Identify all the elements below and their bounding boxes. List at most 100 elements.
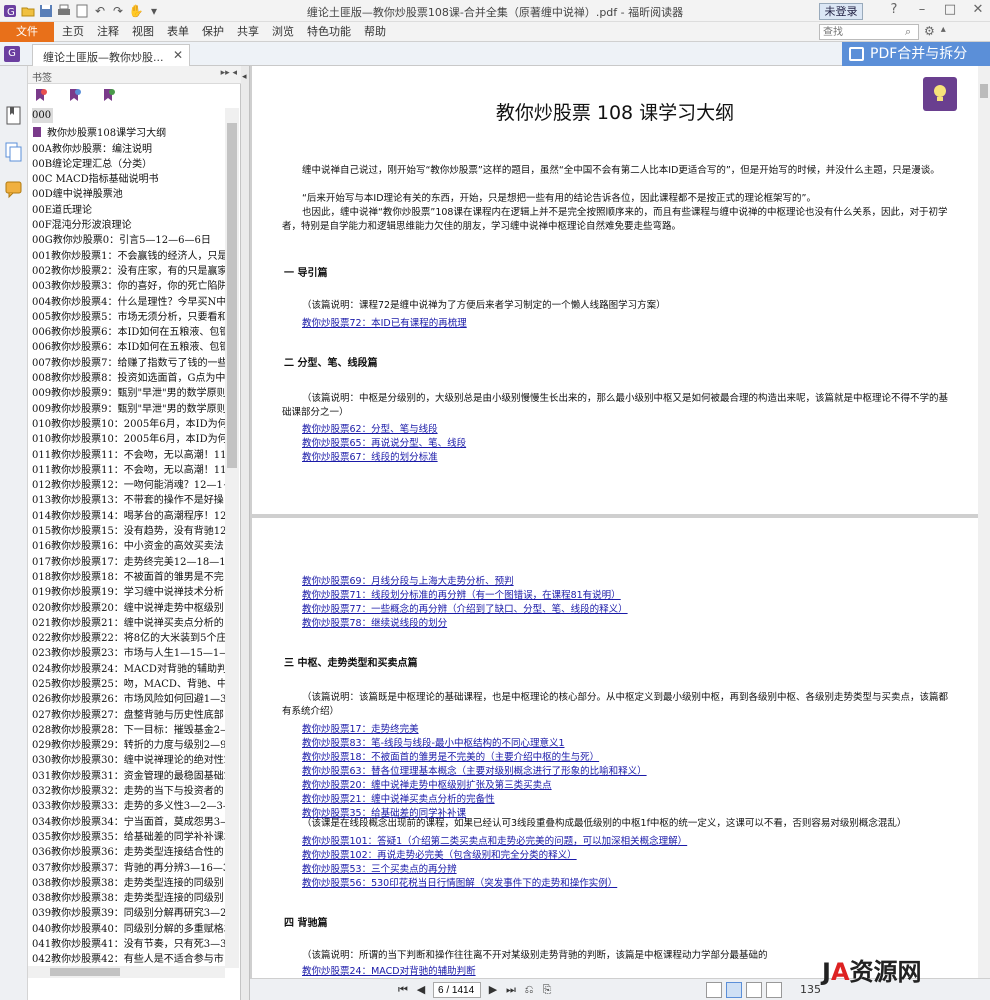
search-input[interactable] [819,24,919,40]
next-view-icon[interactable]: ⎘ [539,982,555,998]
bookmark-item[interactable]: 009教你炒股票9：甄别"早泄"男的数学原则 [32,402,225,417]
panel-collapse-icon[interactable]: ▸▸ ◂ [221,68,237,78]
bookmark-item[interactable]: 010教你炒股票10：2005年6月，本ID为何 [32,432,225,447]
lesson-link[interactable]: 教你炒股票67：线段的划分标准 [302,449,438,463]
bookmark-item[interactable]: 038教你炒股票38：走势类型连接的同级别 [32,891,225,906]
menu-features[interactable]: 特色功能 [307,22,360,42]
bookmark-item[interactable]: 00A教你炒股票：编注说明 [32,142,225,157]
menu-form[interactable]: 表单 [167,22,198,42]
bookmark-item[interactable]: 004教你炒股票4：什么是理性？今早买N中 [32,295,225,310]
lesson-link[interactable]: 教你炒股票83：笔-线段与线段-最小中枢结构的不同心理意义1 [302,735,565,749]
maximize-button[interactable]: □ [942,2,958,17]
pdf-merge-split-button[interactable]: PDF合并与拆分 [842,42,990,66]
lesson-link[interactable]: 教你炒股票72：本ID已有课程的再梳理 [302,315,467,329]
bookmark-item[interactable]: 011教你炒股票11：不会吻，无以高潮！11 [32,448,225,463]
bookmark-item[interactable]: 010教你炒股票10：2005年6月，本ID为何 [32,417,225,432]
continuous-facing-view-icon[interactable] [766,982,782,998]
page-number-input[interactable] [433,982,481,998]
lesson-link[interactable]: 教你炒股票18：不被面首的雏男是不完美的（主要介绍中枢的生与死） [302,749,599,763]
bookmark-item[interactable]: 017教你炒股票17：走势终完美12—18—12 [32,555,225,570]
bookmark-item[interactable]: 006教你炒股票6：本ID如何在五粮液、包钢 [32,340,225,355]
menu-protect[interactable]: 保护 [202,22,233,42]
bookmark-item[interactable]: 021教你炒股票21：缠中说禅买卖点分析的 [32,616,225,631]
bookmark-item[interactable]: 009教你炒股票9：甄别"早泄"男的数学原则 [32,386,225,401]
expand-bookmark-icon[interactable] [68,88,82,102]
bookmark-item[interactable]: 037教你炒股票37：背驰的再分辨3—16—3 [32,861,225,876]
delete-bookmark-icon[interactable] [102,88,116,102]
bookmark-item[interactable]: 040教你炒股票40：同级别分解的多重赋格3 [32,922,225,937]
lesson-link[interactable]: 教你炒股票69：月线分段与上海大走势分析、预判 [302,573,514,587]
bookmark-item[interactable]: 031教你炒股票31：资金管理的最稳固基础2 [32,769,225,784]
bookmark-item[interactable]: 028教你炒股票28：下一目标：摧毁基金2— [32,723,225,738]
bookmark-panel-icon[interactable] [5,106,23,126]
zoom-level[interactable]: 135 [800,983,821,996]
lesson-link[interactable]: 教你炒股票56：530印花税当日行情图解（突发事件下的走势和操作实例） [302,875,617,889]
lesson-link[interactable]: 教你炒股票71：线段划分标准的再分辨（有一个图错误，在课程81有说明） [302,587,621,601]
lesson-link[interactable]: 教你炒股票77：一些概念的再分辨（介绍到了缺口、分型、笔、线段的释义） [302,601,628,615]
minimize-button[interactable]: – [914,2,930,17]
bookmark-item[interactable]: 016教你炒股票16：中小资金的高效买卖法1 [32,539,225,554]
lightbulb-tip-icon[interactable] [923,77,957,111]
bookmark-item[interactable]: 019教你炒股票19：学习缠中说禅技术分析 [32,585,225,600]
bookmark-item[interactable]: 00F混沌分形波浪理论 [32,218,225,233]
menu-help[interactable]: 帮助 [364,22,395,42]
bookmark-item[interactable]: 032教你炒股票32：走势的当下与投资者的 [32,784,225,799]
lesson-link[interactable]: 教你炒股票21：缠中说禅买卖点分析的完备性 [302,791,495,805]
bookmark-item[interactable]: 029教你炒股票29：转折的力度与级别2—9 [32,738,225,753]
page-thumbnails-icon[interactable] [5,142,23,162]
bookmark-item[interactable]: 020教你炒股票20：缠中说禅走势中枢级别 [32,601,225,616]
previous-view-icon[interactable]: ⎌ [521,982,537,998]
bookmark-item[interactable]: 036教你炒股票36：走势类型连接结合性的 [32,845,225,860]
lesson-link[interactable]: 教你炒股票78：继续说线段的划分 [302,615,447,629]
menu-view[interactable]: 视图 [132,22,163,42]
menu-comment[interactable]: 注释 [97,22,128,42]
bookmark-item[interactable]: 024教你炒股票24：MACD对背驰的辅助判断 [32,662,225,677]
collapse-ribbon-icon[interactable]: ▴ [941,24,946,38]
bookmark-item[interactable]: 034教你炒股票34：宁当面首，莫成怨男3— [32,815,225,830]
bookmark-item[interactable]: 003教你炒股票3：你的喜好，你的死亡陷阱 [32,279,225,294]
bookmark-item[interactable]: 038教你炒股票38：走势类型连接的同级别 [32,876,225,891]
bookmark-item[interactable]: 005教你炒股票5：市场无须分析，只要看和 [32,310,225,325]
bookmark-item[interactable]: 033教你炒股票33：走势的多义性3—2—3— [32,799,225,814]
lesson-link[interactable]: 教你炒股票63：替各位理理基本概念（主要对级别概念进行了形象的比喻和释义） [302,763,647,777]
bookmark-item[interactable]: 000 [32,108,54,124]
lesson-link[interactable]: 教你炒股票101：答疑1（介绍第二类买卖点和走势必完美的问题，可以加深相关概念理… [302,833,687,847]
lesson-link[interactable]: 教你炒股票65：再说说分型、笔、线段 [302,435,466,449]
comments-icon[interactable] [5,180,23,200]
add-bookmark-icon[interactable] [34,88,48,102]
bookmark-item[interactable]: 00E道氏理论 [32,203,225,218]
bookmark-item[interactable]: 001教你炒股票1：不会赢钱的经济人，只是 [32,249,225,264]
close-button[interactable]: ✕ [970,2,986,17]
facing-view-icon[interactable] [746,982,762,998]
document-tab[interactable]: 缠论土匪版—教你炒股... ✕ [32,44,190,66]
continuous-view-icon[interactable] [726,982,742,998]
bookmark-item[interactable]: 011教你炒股票11：不会吻，无以高潮！11 [32,463,225,478]
bookmark-item[interactable]: 012教你炒股票12：一吻何能消魂？12—1~ [32,478,225,493]
file-menu-tab[interactable]: 文件 [0,22,54,42]
menu-browse[interactable]: 浏览 [272,22,303,42]
bookmark-scroll-thumb[interactable] [227,123,237,468]
lesson-link[interactable]: 教你炒股票17：走势终完美 [302,721,419,735]
collapse-panel-icon[interactable]: ◂ [242,72,247,82]
search-icon[interactable]: ⌕ [905,25,911,39]
settings-gear-icon[interactable]: ⚙ [924,24,935,38]
bookmark-item[interactable]: 00C MACD指标基础说明书 [32,172,225,187]
bookmark-horizontal-scrollbar[interactable] [28,966,225,978]
bookmark-item[interactable]: 041教你炒股票41：没有节奏，只有死3—30 [32,937,225,952]
bookmark-item[interactable]: 026教你炒股票26：市场风险如何回避1—30 [32,692,225,707]
menu-home[interactable]: 主页 [62,22,93,42]
bookmark-item[interactable]: 035教你炒股票35：给基础差的同学补补课3 [32,830,225,845]
lesson-link[interactable]: 教你炒股票24：MACD对背驰的辅助判断 [302,963,476,977]
bookmark-item[interactable]: 025教你炒股票25：吻，MACD、背驰、中枢 [32,677,225,692]
bookmark-item[interactable]: 014教你炒股票14：喝茅台的高潮程序！12 [32,509,225,524]
bookmark-item[interactable]: 00B缠论定理汇总（分类） [32,157,225,172]
bookmark-item[interactable]: 039教你炒股票39：同级别分解再研究3—23 [32,906,225,921]
lesson-link[interactable]: 教你炒股票62：分型、笔与线段 [302,421,438,435]
bookmark-item[interactable]: 006教你炒股票6：本ID如何在五粮液、包钢 [32,325,225,340]
document-vertical-scrollbar[interactable] [978,66,990,978]
bookmark-vertical-scrollbar[interactable] [225,108,239,968]
next-page-button[interactable]: ▶ [485,982,501,998]
help-icon[interactable]: ? [886,2,902,17]
close-tab-icon[interactable]: ✕ [173,48,183,62]
lesson-link[interactable]: 教你炒股票20：缠中说禅走势中枢级别扩张及第三类买卖点 [302,777,552,791]
